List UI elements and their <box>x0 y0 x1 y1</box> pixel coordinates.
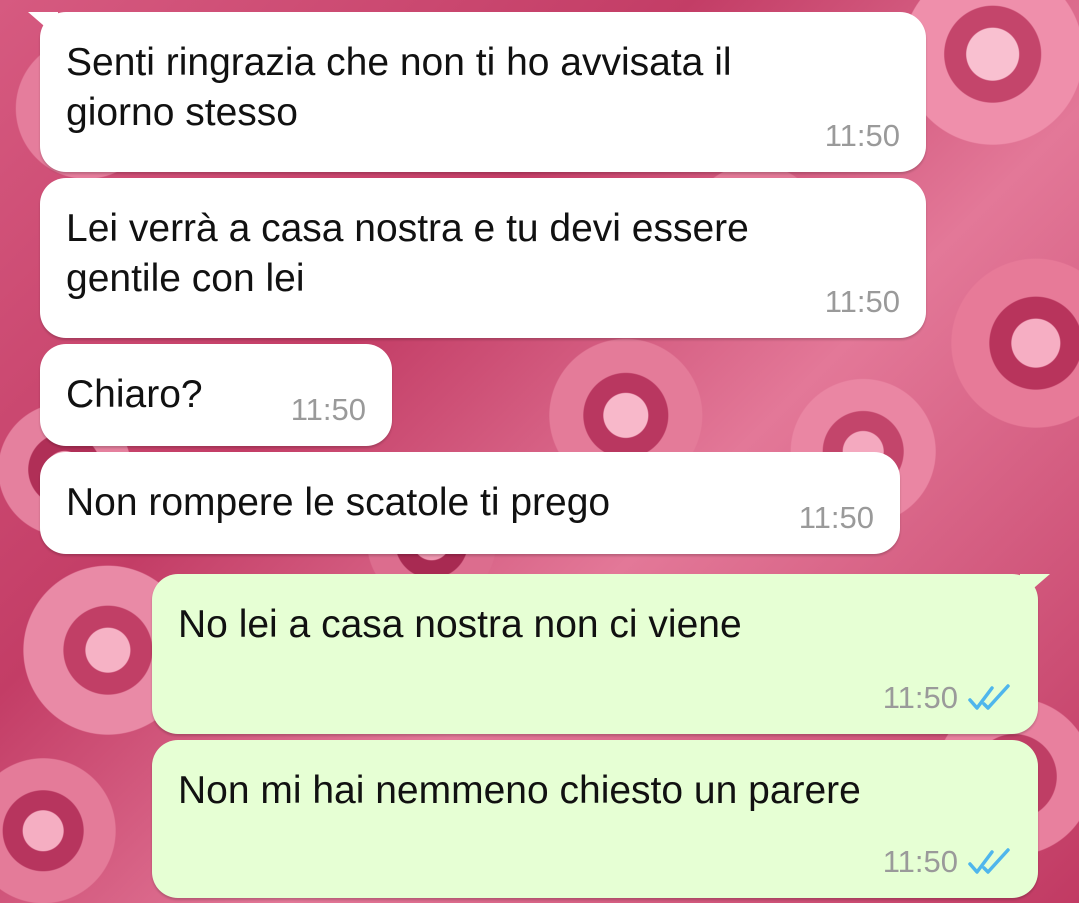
message-meta: 11:50 <box>825 118 900 154</box>
incoming-message[interactable]: Chiaro? 11:50 <box>40 344 392 446</box>
message-meta: 11:50 <box>883 680 1012 716</box>
message-text: Lei verrà a casa nostra e tu devi essere… <box>66 207 749 300</box>
message-time: 11:50 <box>824 284 900 319</box>
message-time: 11:50 <box>290 392 366 427</box>
bubble-tail <box>1020 574 1050 600</box>
message-time: 11:50 <box>882 680 958 715</box>
double-check-icon <box>968 848 1010 874</box>
message-meta: 11:50 <box>883 844 1012 880</box>
message-time: 11:50 <box>798 500 874 535</box>
chat-message-list[interactable]: Senti ringrazia che non ti ho avvisata i… <box>0 0 1079 903</box>
double-check-icon <box>968 684 1010 710</box>
incoming-message[interactable]: Non rompere le scatole ti prego 11:50 <box>40 452 900 554</box>
message-meta: 11:50 <box>799 500 874 536</box>
message-meta: 11:50 <box>291 392 366 428</box>
bubble-tail <box>28 12 58 38</box>
message-time: 11:50 <box>882 844 958 879</box>
message-time: 11:50 <box>824 118 900 153</box>
message-meta: 11:50 <box>825 284 900 320</box>
message-text: Senti ringrazia che non ti ho avvisata i… <box>66 41 732 134</box>
message-text: Non rompere le scatole ti prego <box>66 481 611 524</box>
incoming-message[interactable]: Lei verrà a casa nostra e tu devi essere… <box>40 178 926 338</box>
message-text: No lei a casa nostra non ci viene <box>178 603 742 646</box>
outgoing-message[interactable]: Non mi hai nemmeno chiesto un parere 11:… <box>152 740 1038 898</box>
message-text: Non mi hai nemmeno chiesto un parere <box>178 769 861 812</box>
outgoing-message[interactable]: No lei a casa nostra non ci viene 11:50 <box>152 574 1050 734</box>
incoming-message[interactable]: Senti ringrazia che non ti ho avvisata i… <box>28 12 926 172</box>
